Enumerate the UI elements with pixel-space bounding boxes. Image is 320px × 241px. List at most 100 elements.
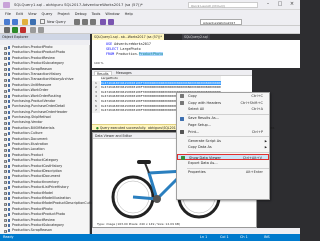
menu-item-generate-script-as[interactable]: Generate Script As ▶ [177, 138, 269, 145]
minimize-button[interactable]: – [264, 1, 272, 8]
tree-item-label: Production.ProductDocument [12, 174, 61, 179]
new-query-button[interactable]: New Query [40, 19, 66, 25]
tree-item-label: Purchasing.ProductVendor [12, 98, 56, 103]
menu-item-copy-with-headers[interactable]: Copy with Headers Ctrl+Shift+C [177, 100, 269, 107]
menu-item-print[interactable]: Print... Ctrl+P [177, 129, 269, 136]
object-explorer: Object Explorer + Production.ProductPhoto… [0, 34, 96, 239]
row-number[interactable]: 7 [92, 108, 100, 113]
menu-item-icon [180, 100, 184, 105]
close-button[interactable]: × [288, 1, 296, 8]
tree-item-label: Purchasing.ShipMethod [12, 115, 51, 120]
copy-icon[interactable] [82, 18, 88, 25]
tree-item-label: Production.UnitMeasure [12, 82, 52, 87]
query-status-text: Query executed successfully. [99, 126, 147, 130]
menu-item-label: Export Data As... [188, 161, 218, 166]
parse-icon[interactable] [30, 27, 36, 33]
editor-tabs: SQLQuery1.sql - ab...Works2017 (sa (57))… [92, 34, 300, 40]
menu-item-copy-data-as[interactable]: Copy Data As ▶ [177, 144, 269, 151]
table-icon [7, 89, 11, 93]
table-icon [7, 143, 11, 147]
tab-results[interactable]: Results [94, 70, 112, 76]
menu-file[interactable]: File [5, 12, 11, 16]
menu-window[interactable]: Window [105, 12, 119, 16]
tree-item-label: Production.ProductSubcategory [12, 61, 64, 66]
menu-item-page-setup[interactable]: Page Setup... [177, 122, 269, 129]
table-icon [7, 197, 11, 201]
toolbar: New Query AdventureWorks2017 [0, 17, 300, 26]
tree-item-label: Production.ProductCategory [12, 158, 59, 163]
menu-tools[interactable]: Tools [92, 12, 101, 16]
success-icon: ● [96, 126, 99, 130]
open-folder-icon[interactable] [22, 18, 28, 25]
tree-item-label: Production.ProductModelIllustration [12, 195, 71, 200]
tree-item-label: Production.ProductInventory [12, 179, 59, 184]
table-icon [7, 105, 11, 109]
tree-item-label: Production.Illustration [12, 142, 49, 147]
app-icon [3, 2, 10, 8]
table-icon [7, 78, 11, 82]
menu-item-show-data-viewer[interactable]: Show Data Viewer Ctrl+Alt+V [177, 153, 269, 161]
undo-icon[interactable] [100, 18, 106, 25]
table-icon [7, 164, 11, 168]
tree-item-label: Production.TransactionHistory [12, 71, 62, 76]
menu-item-shortcut: Ctrl+Shift+C [240, 100, 264, 105]
tree-item-label: Production.ProductProductPhoto [12, 50, 66, 55]
table-icon [7, 180, 11, 184]
menu-project[interactable]: Project [57, 12, 69, 16]
menu-item-icon [180, 94, 184, 99]
object-explorer-tree[interactable]: + Production.ProductPhoto + Production.Prod… [0, 45, 96, 239]
table-icon [7, 218, 11, 222]
table-icon [7, 100, 11, 104]
tree-item-label: Production.ScrapReason [12, 66, 52, 71]
save-icon[interactable] [30, 18, 36, 25]
menu-item-select-all[interactable]: Select All Ctrl+A [177, 106, 269, 113]
menu-debug[interactable]: Debug [75, 12, 87, 16]
menu-item-icon [180, 129, 184, 134]
table-icon [7, 137, 11, 141]
tree-item-label: Production.WorkOrderRouting [12, 93, 61, 98]
menu-item-shortcut: Ctrl+C [251, 94, 263, 98]
window-title: SQLQuery1.sql - abhiguru SQL2017.Adventu… [14, 2, 143, 7]
quick-launch-input[interactable]: Quick Launch (Ctrl+Q) [188, 1, 258, 8]
menu-view[interactable]: View [28, 12, 37, 16]
menu-item-export-data-as[interactable]: Export Data As... [177, 160, 269, 167]
back-icon[interactable] [4, 18, 10, 25]
database-select[interactable]: AdventureWorks2017 [200, 18, 242, 25]
table-icon [7, 83, 11, 87]
status-ins: INS [264, 235, 270, 239]
forward-icon[interactable] [12, 18, 18, 25]
tab-sqlquery1[interactable]: SQLQuery1.sql - ab...Works2017 (sa (57))… [92, 34, 164, 40]
menu-item-save-results-as[interactable]: Save Results As... [177, 115, 269, 122]
code-line-1: USE AdventureWorks2017 [106, 42, 151, 46]
query-editor[interactable]: SQLQuery1.sql - ab...Works2017 (sa (57))… [92, 34, 300, 68]
connect-icon[interactable] [4, 27, 10, 33]
paste-icon[interactable] [90, 18, 96, 25]
menu-item-copy[interactable]: Copy Ctrl+C [177, 93, 269, 100]
tab-sqlquery2[interactable]: SQLQuery2.sql [182, 34, 210, 40]
table-icon [7, 191, 11, 195]
table-icon [7, 51, 11, 55]
maximize-button[interactable]: □ [276, 1, 284, 8]
tab-messages[interactable]: Messages [114, 71, 134, 76]
execute-icon[interactable] [12, 27, 18, 33]
menu-help[interactable]: Help [125, 12, 133, 16]
redo-icon[interactable] [108, 18, 114, 25]
cut-icon[interactable] [74, 18, 80, 25]
table-icon [7, 127, 11, 131]
tree-item-label: Production.Document [12, 136, 48, 141]
image-meta: Type: image (163.00 Pixels: 240 x 149 / … [97, 222, 181, 226]
tree-item-label: Production.ProductPhoto [12, 45, 53, 49]
menu-item-label: Generate Script As [188, 138, 221, 143]
menu-item-properties[interactable]: Properties Alt+Enter [177, 169, 269, 176]
menu-query[interactable]: Query [42, 12, 53, 16]
title-bar: SQLQuery1.sql - abhiguru SQL2017.Adventu… [0, 0, 300, 10]
tree-item-label: Production.Culture [12, 131, 43, 136]
stop-icon[interactable] [20, 27, 26, 33]
zoom-level[interactable]: 100 % [94, 61, 104, 65]
tree-item-label: Production.ProductReview [12, 217, 55, 222]
submenu-arrow-icon: ▶ [264, 138, 267, 143]
menu-edit[interactable]: Edit [16, 12, 23, 16]
table-icon [7, 159, 11, 163]
results-to-grid-icon[interactable] [38, 27, 44, 33]
tree-item-label: Purchasing.PurchaseOrderDetail [12, 104, 66, 109]
